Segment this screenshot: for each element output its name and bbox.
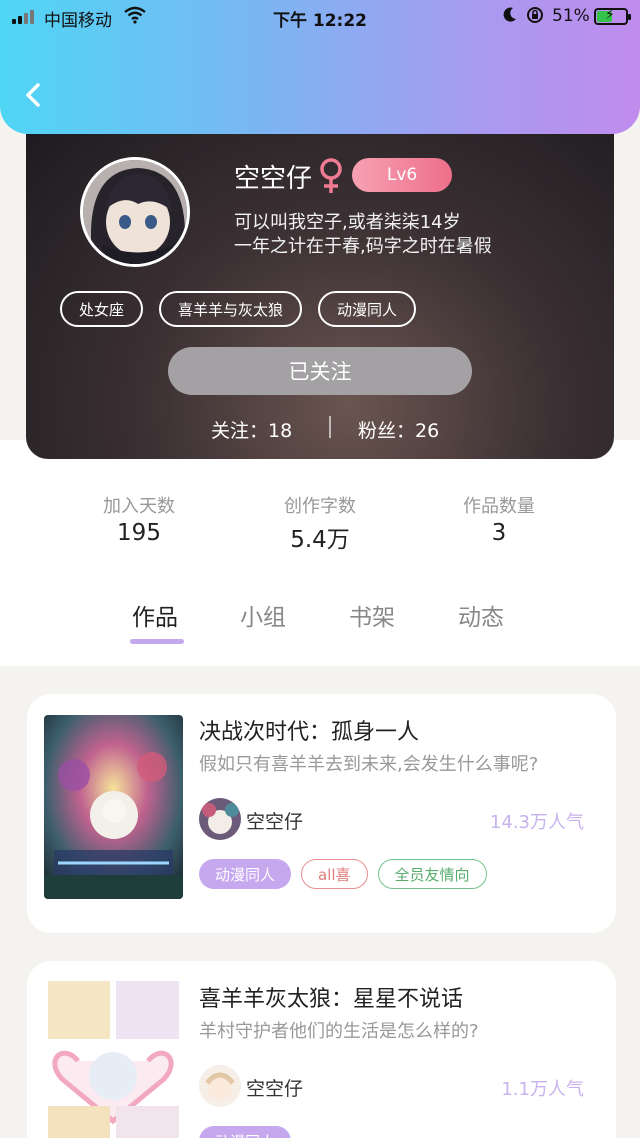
work-tag[interactable]: 动漫同人: [199, 1126, 292, 1138]
top-header: 中国移动 下午 12:22 51% ⚡: [0, 0, 640, 134]
status-time: 下午 12:22: [272, 11, 368, 31]
stat-label: 作品数量: [463, 496, 535, 517]
author-avatar-illustration: [199, 798, 241, 840]
stat-works-count: 作品数量 3: [419, 492, 579, 546]
profile-tags: 处女座 喜羊羊与灰太狼 动漫同人: [60, 291, 417, 327]
tab-works[interactable]: 作品: [132, 598, 178, 632]
bio-line-2: 一年之计在于春,码字之时在暑假: [234, 236, 492, 257]
cover-illustration: [44, 981, 183, 1138]
stat-value: 3: [491, 520, 507, 546]
stats-card: 加入天数 195 创作字数 5.4万 作品数量 3: [51, 440, 588, 581]
user-avatar[interactable]: [80, 157, 190, 267]
cover-illustration: [44, 715, 183, 899]
battery-percentage: 51%: [552, 6, 590, 26]
author-avatar[interactable]: [199, 1065, 241, 1107]
work-tags: 动漫同人 all喜 全员友情向: [199, 859, 487, 889]
work-tag[interactable]: all喜: [301, 859, 368, 889]
tab-groups[interactable]: 小组: [240, 598, 286, 632]
follow-button[interactable]: 已关注: [168, 347, 472, 395]
stat-value: 195: [117, 520, 161, 546]
profile-tag[interactable]: 喜羊羊与灰太狼: [159, 291, 303, 327]
work-title[interactable]: 决战次时代：孤身一人: [199, 714, 419, 746]
rotation-lock-icon: [527, 7, 543, 23]
profile-tabs: 作品 小组 书架 动态: [0, 598, 640, 648]
level-badge: Lv6: [352, 158, 452, 192]
popularity-count: 14.3万人气: [489, 812, 584, 833]
user-nickname: 空空仔: [234, 164, 313, 194]
profile-card: 空空仔 Lv6 可以叫我空子,或者柒柒14岁 一年之计在于春,码字之时在暑假 处…: [26, 110, 614, 459]
work-tag[interactable]: 全员友情向: [377, 859, 487, 889]
stat-label: 加入天数: [103, 496, 175, 517]
author-avatar[interactable]: [199, 798, 241, 840]
fans-count[interactable]: 粉丝：26: [358, 416, 439, 443]
tab-bookshelf[interactable]: 书架: [349, 598, 395, 632]
stat-word-count: 创作字数 5.4万: [240, 492, 400, 554]
profile-tag[interactable]: 动漫同人: [318, 291, 417, 327]
stat-label: 创作字数: [284, 496, 356, 517]
stat-value: 5.4万: [290, 527, 350, 553]
active-tab-indicator: [130, 639, 184, 644]
work-cover-image[interactable]: [44, 981, 183, 1138]
profile-tag[interactable]: 处女座: [60, 291, 144, 327]
work-card[interactable]: 喜羊羊灰太狼：星星不说话 羊村守护者他们的生活是怎么样的? 空空仔 1.1万人气…: [27, 961, 616, 1138]
counts-divider: [329, 416, 331, 438]
work-title[interactable]: 喜羊羊灰太狼：星星不说话: [199, 981, 463, 1013]
work-tag[interactable]: 动漫同人: [199, 859, 292, 889]
stat-join-days: 加入天数 195: [59, 492, 219, 546]
work-tags: 动漫同人: [199, 1126, 292, 1138]
work-card[interactable]: 决战次时代：孤身一人 假如只有喜羊羊去到未来,会发生什么事呢? 空空仔 14.3…: [27, 694, 616, 933]
battery-icon: ⚡: [594, 7, 631, 25]
moon-icon: [503, 7, 516, 22]
avatar-illustration: [83, 160, 187, 264]
following-count[interactable]: 关注：18: [211, 416, 292, 443]
status-bar: 中国移动 下午 12:22 51% ⚡: [0, 0, 640, 34]
work-cover-image[interactable]: [44, 715, 183, 899]
tab-activity[interactable]: 动态: [458, 598, 504, 632]
female-icon: [320, 158, 342, 193]
author-name[interactable]: 空空仔: [246, 807, 303, 834]
author-name[interactable]: 空空仔: [246, 1074, 303, 1101]
work-description: 假如只有喜羊羊去到未来,会发生什么事呢?: [199, 754, 539, 775]
author-avatar-illustration: [199, 1065, 241, 1107]
work-description: 羊村守护者他们的生活是怎么样的?: [199, 1021, 479, 1042]
bio-line-1: 可以叫我空子,或者柒柒14岁: [234, 212, 461, 233]
back-arrow-icon[interactable]: [22, 80, 46, 110]
popularity-count: 1.1万人气: [501, 1079, 584, 1100]
